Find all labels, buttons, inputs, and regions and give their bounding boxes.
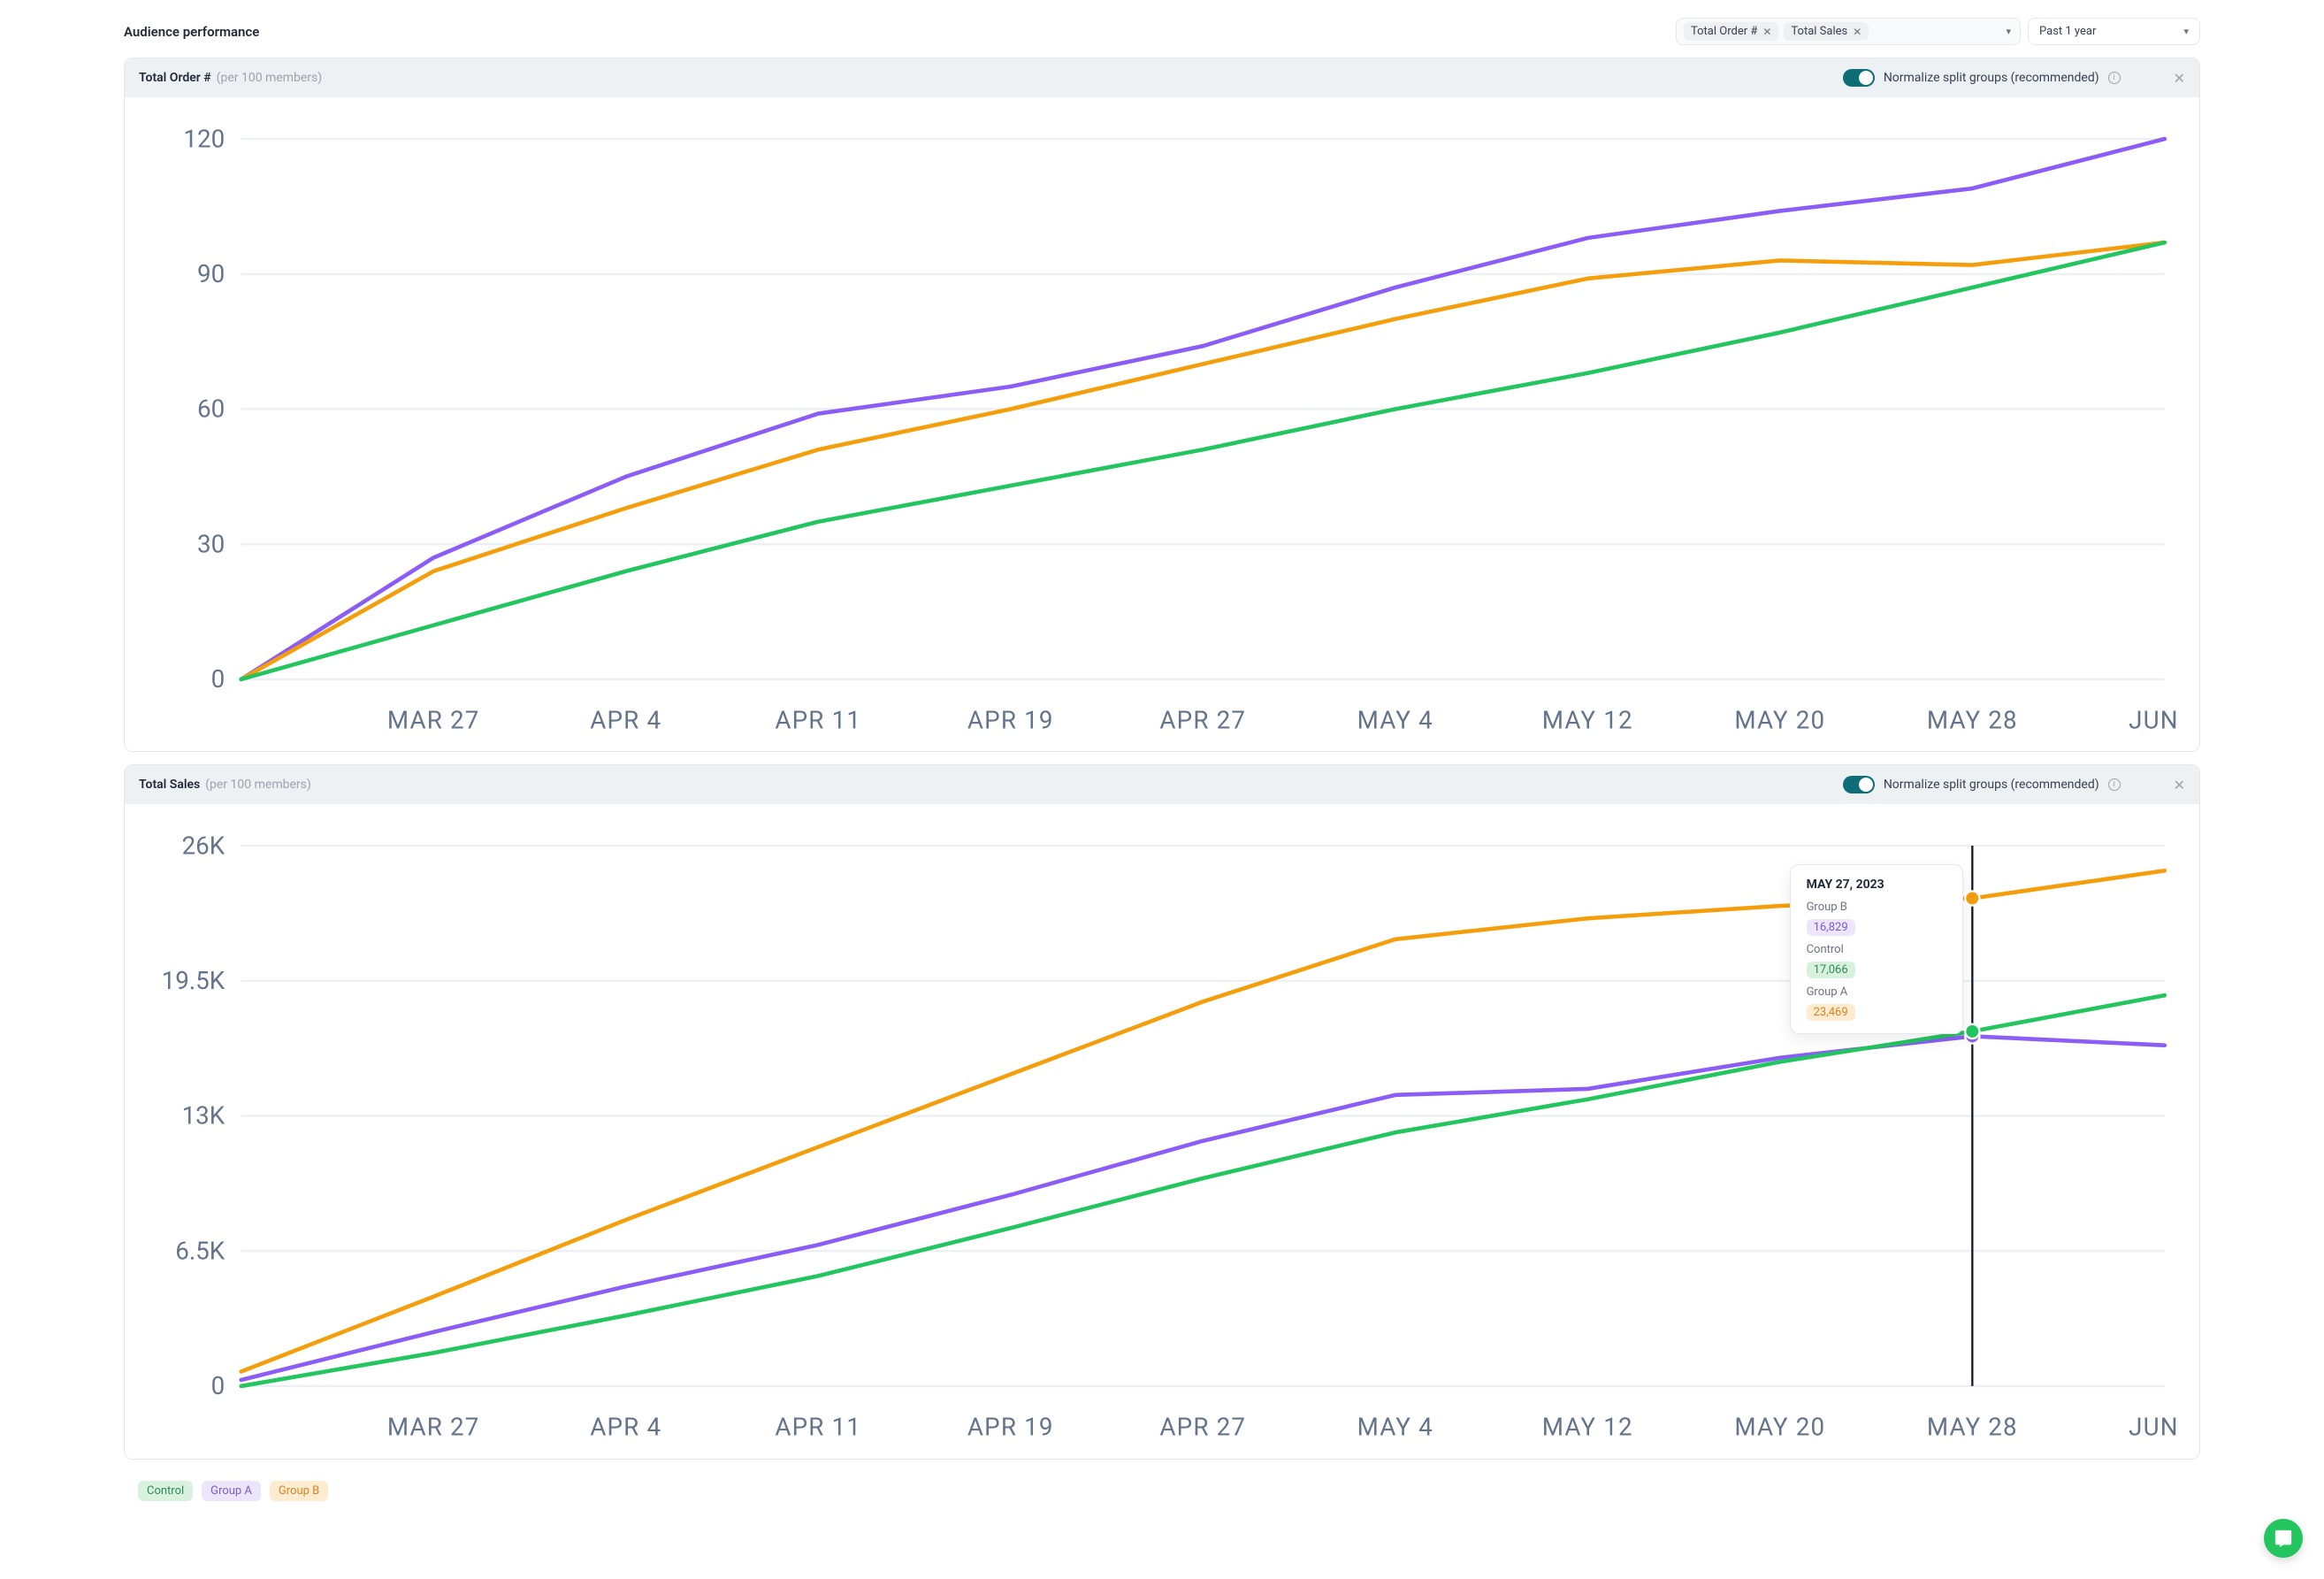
chart-card-sales: Total Sales (per 100 members) Normalize … [124, 764, 2200, 1459]
chip-label: Total Sales [1791, 25, 1847, 38]
close-icon[interactable]: ✕ [2174, 777, 2185, 793]
tooltip-value: 17,066 [1807, 962, 1855, 978]
svg-text:26K: 26K [182, 832, 226, 861]
date-range-select[interactable]: Past 1 year ▾ [2028, 18, 2200, 45]
svg-text:30: 30 [197, 529, 225, 558]
card-header: Total Order # (per 100 members) Normaliz… [125, 58, 2199, 97]
svg-text:APR 11: APR 11 [775, 1413, 861, 1442]
normalize-toggle[interactable] [1843, 776, 1875, 793]
svg-text:0: 0 [211, 664, 226, 694]
svg-text:MAR 27: MAR 27 [387, 1413, 480, 1442]
card-subtitle: (per 100 members) [217, 71, 322, 85]
normalize-toggle[interactable] [1843, 69, 1875, 87]
svg-text:60: 60 [197, 395, 225, 424]
legend-item-group-b[interactable]: Group B [270, 1481, 328, 1501]
svg-text:APR 11: APR 11 [775, 705, 861, 734]
chart-card-orders: Total Order # (per 100 members) Normaliz… [124, 57, 2200, 752]
close-icon[interactable]: ✕ [2174, 70, 2185, 87]
svg-text:MAY 20: MAY 20 [1734, 705, 1825, 734]
svg-text:MAY 28: MAY 28 [1927, 705, 2018, 734]
metric-chip[interactable]: Total Sales ✕ [1784, 22, 1869, 41]
svg-text:90: 90 [197, 259, 225, 288]
card-subtitle: (per 100 members) [205, 778, 310, 792]
svg-text:MAY 4: MAY 4 [1357, 705, 1433, 734]
svg-text:MAY 12: MAY 12 [1542, 1413, 1633, 1442]
legend-item-control[interactable]: Control [138, 1481, 193, 1501]
svg-text:APR 19: APR 19 [967, 705, 1054, 734]
svg-text:MAY 20: MAY 20 [1734, 1413, 1825, 1442]
svg-text:MAY 4: MAY 4 [1357, 1413, 1433, 1442]
card-title: Total Sales [139, 778, 200, 792]
card-title: Total Order # [139, 71, 211, 85]
chart-tooltip: MAY 27, 2023 Group B 16,829 Control 17,0… [1790, 864, 1963, 1034]
card-header: Total Sales (per 100 members) Normalize … [125, 765, 2199, 804]
chip-label: Total Order # [1691, 25, 1757, 38]
svg-text:APR 4: APR 4 [590, 705, 661, 734]
tooltip-series-name: Group A [1807, 985, 1946, 999]
svg-text:APR 27: APR 27 [1159, 705, 1246, 734]
svg-text:APR 4: APR 4 [590, 1413, 661, 1442]
orders-line-chart: 0 30 60 90 120 MAR 27 APR 4 APR 11 APR 19 APR 27 M… [139, 106, 2185, 740]
svg-text:120: 120 [183, 124, 225, 153]
tooltip-value: 16,829 [1807, 919, 1855, 936]
chevron-down-icon[interactable]: ▾ [2183, 26, 2189, 37]
chat-icon [2274, 1529, 2293, 1548]
tooltip-series-name: Group B [1807, 901, 1946, 914]
svg-text:19.5K: 19.5K [162, 966, 226, 995]
svg-text:APR 27: APR 27 [1159, 1413, 1246, 1442]
page-title: Audience performance [124, 24, 259, 40]
legend: Control Group A Group B [124, 1472, 2200, 1508]
svg-text:MAY 28: MAY 28 [1927, 1413, 2018, 1442]
tooltip-series-name: Control [1807, 943, 1946, 956]
svg-text:6.5K: 6.5K [175, 1237, 226, 1266]
svg-text:JUN 5: JUN 5 [2129, 1413, 2185, 1442]
metric-multiselect[interactable]: Total Order # ✕ Total Sales ✕ ▾ [1676, 18, 2021, 45]
tooltip-value: 23,469 [1807, 1004, 1855, 1021]
close-icon[interactable]: ✕ [1853, 26, 1861, 38]
svg-text:JUN 5: JUN 5 [2129, 705, 2185, 734]
svg-text:APR 19: APR 19 [967, 1413, 1054, 1442]
legend-item-group-a[interactable]: Group A [202, 1481, 261, 1501]
info-icon[interactable]: i [2108, 778, 2121, 791]
toggle-label: Normalize split groups (recommended) [1884, 778, 2099, 792]
range-label: Past 1 year [2039, 25, 2096, 38]
svg-text:MAR 27: MAR 27 [387, 705, 480, 734]
close-icon[interactable]: ✕ [1762, 26, 1771, 38]
metric-chip[interactable]: Total Order # ✕ [1684, 22, 1778, 41]
svg-text:MAY 12: MAY 12 [1542, 705, 1633, 734]
svg-text:0: 0 [211, 1371, 226, 1400]
chat-widget[interactable] [2264, 1519, 2303, 1558]
toggle-label: Normalize split groups (recommended) [1884, 71, 2099, 85]
svg-text:13K: 13K [182, 1101, 226, 1131]
chevron-down-icon[interactable]: ▾ [2006, 26, 2011, 37]
info-icon[interactable]: i [2108, 72, 2121, 84]
tooltip-date: MAY 27, 2023 [1807, 878, 1946, 892]
